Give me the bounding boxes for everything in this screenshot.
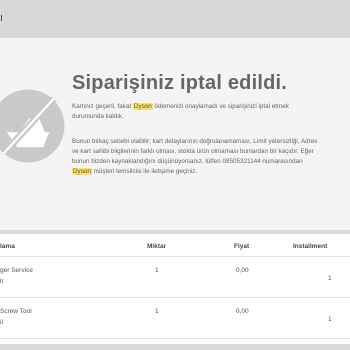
product-installment: 1 [328, 316, 332, 323]
column-header-price: Fiyat [234, 243, 250, 250]
page-title: Siparişiniz iptal edildi. [72, 72, 288, 94]
table-row: Screw Tool il 1 0,00 1 [0, 298, 350, 339]
column-header-product: lama [0, 243, 15, 250]
brand-highlight: Dyson [72, 168, 92, 175]
bottom-bar [0, 344, 350, 350]
product-quantity: 1 [155, 267, 159, 274]
cancellation-banner: Siparişiniz iptal edildi. Kartınız geçer… [0, 38, 350, 228]
table-row: ger Service lr 1 0,00 1 [0, 257, 350, 298]
product-name: ger Service [0, 267, 33, 274]
column-header-installment: Installment [293, 243, 328, 250]
column-header-quantity: Miktar [147, 243, 167, 250]
product-price: 0,00 [236, 308, 249, 315]
product-price: 0,00 [236, 267, 249, 274]
product-name: Screw Tool [0, 308, 32, 315]
table-header: lama Miktar Fiyat Installment [0, 234, 350, 257]
brand-highlight: Dyson [132, 103, 153, 110]
order-cancelled-page: ı Siparişiniz iptal edildi. Kartınız geç… [0, 0, 350, 350]
cancellation-reasons: Bunun birkaç sebebi olabilir; kart detay… [72, 138, 318, 175]
product-detail: lr [0, 278, 4, 285]
product-quantity: 1 [155, 308, 159, 315]
product-installment: 1 [328, 275, 332, 282]
cancelled-cart-icon [0, 89, 65, 163]
product-detail: il [0, 319, 3, 326]
cancellation-message: Kartınız geçerli, fakat Dyson ödemenizi … [72, 103, 289, 120]
top-bar-mark: ı [0, 12, 4, 24]
order-items-table: lama Miktar Fiyat Installment ger Servic… [0, 230, 350, 350]
top-bar: ı [0, 0, 350, 38]
